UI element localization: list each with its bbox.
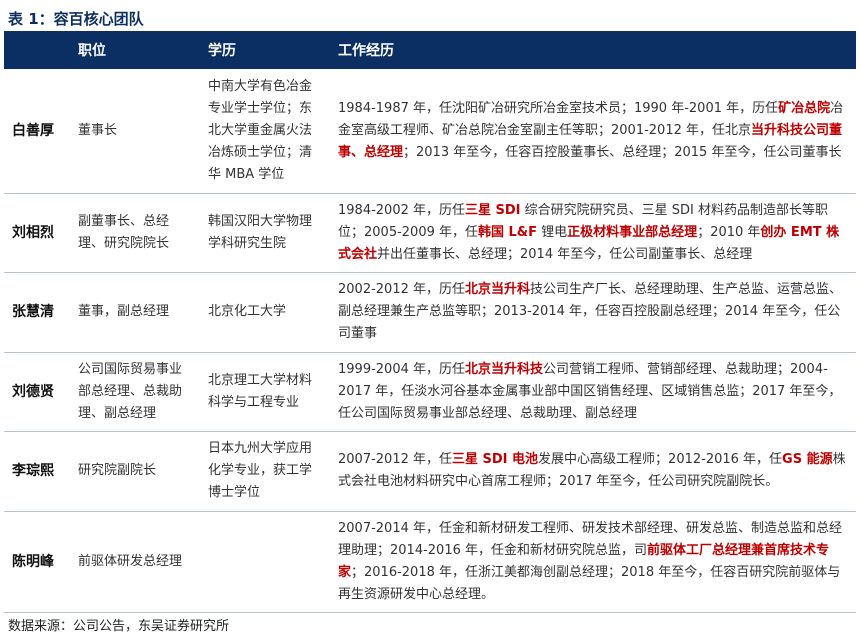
person-name: 李琮熙	[4, 431, 70, 512]
person-experience: 1999-2004 年，历任北京当升科技公司营销工程师、营销部经理、总裁助理；2…	[330, 352, 856, 432]
experience-highlight: 三星 SDI	[465, 202, 521, 218]
experience-text: ；2013 年至今，任容百控股董事长、总经理；2015 年至今，任公司董事长	[403, 144, 842, 160]
experience-highlight: 正极材料事业部总经理	[567, 224, 698, 240]
person-position: 董事长	[70, 69, 200, 194]
table-row: 白善厚 董事长 中南大学有色冶金专业学士学位；东北大学重金属火法冶炼硕士学位；清…	[4, 69, 856, 194]
experience-text: 锂电	[537, 224, 568, 240]
experience-highlight: 三星 SDI 电池	[452, 452, 539, 467]
header-name	[4, 31, 70, 69]
person-name: 陈明峰	[4, 511, 70, 613]
experience-text: ；2016-2018 年，任浙江美都海创副总经理；2018 年至今，任容百研究院…	[338, 564, 841, 602]
person-position: 副董事长、总经理、研究院院长	[70, 193, 200, 273]
person-experience: 1984-1987 年，任沈阳矿冶研究所冶金室技术员；1990 年-2001 年…	[330, 69, 856, 194]
header-experience: 工作经历	[330, 31, 856, 69]
experience-text: 发展中心高级工程师；2012-2016 年，任	[538, 452, 783, 467]
experience-highlight: 北京当升科技	[465, 361, 544, 377]
person-position: 董事，副总经理	[70, 272, 200, 353]
person-education: 中南大学有色冶金专业学士学位；东北大学重金属火法冶炼硕士学位；清华 MBA 学位	[200, 69, 330, 194]
person-position: 研究院副院长	[70, 431, 200, 512]
experience-text: 2002-2012 年，历任	[338, 282, 465, 297]
table-row: 陈明峰 前驱体研发总经理 2007-2014 年，任金和新材研发工程师、研发技术…	[4, 511, 856, 613]
experience-highlight: GS 能源	[782, 452, 833, 467]
person-experience: 2007-2014 年，任金和新材研发工程师、研发技术部经理、研发总监、制造总监…	[330, 511, 856, 613]
core-team-table: 职位 学历 工作经历 白善厚 董事长 中南大学有色冶金专业学士学位；东北大学重金…	[4, 31, 856, 613]
table-body: 白善厚 董事长 中南大学有色冶金专业学士学位；东北大学重金属火法冶炼硕士学位；清…	[4, 69, 856, 613]
person-position: 公司国际贸易事业部总经理、总裁助理、副总经理	[70, 352, 200, 432]
table-title: 表 1：容百核心团队	[8, 10, 144, 28]
experience-highlight: 当升科技	[751, 122, 804, 138]
person-name: 刘德贤	[4, 352, 70, 432]
table-header-row: 职位 学历 工作经历	[4, 31, 856, 69]
person-education	[200, 511, 330, 613]
experience-text: 1984-2002 年，历任	[338, 202, 465, 218]
experience-text: ；2010 年	[697, 224, 761, 240]
person-name: 刘相烈	[4, 193, 70, 273]
experience-text: 并出任董事长、总经理；2014 年至今，任公司副董事长、总经理	[377, 246, 753, 262]
person-education: 北京理工大学材料科学与工程专业	[200, 352, 330, 432]
person-education: 日本九州大学应用化学专业，获工学博士学位	[200, 431, 330, 512]
person-education: 韩国汉阳大学物理学科研究生院	[200, 193, 330, 273]
person-experience: 2007-2012 年，任三星 SDI 电池发展中心高级工程师；2012-201…	[330, 431, 856, 512]
header-education: 学历	[200, 31, 330, 69]
person-education: 北京化工大学	[200, 272, 330, 353]
person-experience: 2002-2012 年，历任北京当升科技公司生产厂长、总经理助理、生产总监、运营…	[330, 272, 856, 353]
experience-highlight: 北京当升科	[465, 282, 531, 297]
table-row: 张慧清 董事，副总经理 北京化工大学 2002-2012 年，历任北京当升科技公…	[4, 272, 856, 353]
table-row: 刘相烈 副董事长、总经理、研究院院长 韩国汉阳大学物理学科研究生院 1984-2…	[4, 193, 856, 273]
table-row: 刘德贤 公司国际贸易事业部总经理、总裁助理、副总经理 北京理工大学材料科学与工程…	[4, 352, 856, 432]
person-position: 前驱体研发总经理	[70, 511, 200, 613]
experience-text: 1984-1987 年，任沈阳矿冶研究所冶金室技术员；1990 年-2001 年…	[338, 100, 779, 116]
experience-text: 1999-2004 年，历任	[338, 361, 465, 377]
experience-text: 2007-2012 年，任	[338, 452, 452, 467]
person-name: 张慧清	[4, 272, 70, 353]
person-name: 白善厚	[4, 69, 70, 194]
experience-highlight: 矿冶总院	[778, 100, 831, 116]
table-row: 李琮熙 研究院副院长 日本九州大学应用化学专业，获工学博士学位 2007-201…	[4, 431, 856, 512]
data-source-note: 数据来源：公司公告，东吴证券研究所	[8, 619, 230, 634]
header-position: 职位	[70, 31, 200, 69]
experience-highlight: 韩国 L&F	[478, 224, 538, 240]
person-experience: 1984-2002 年，历任三星 SDI 综合研究院研究员、三星 SDI 材料药…	[330, 193, 856, 273]
